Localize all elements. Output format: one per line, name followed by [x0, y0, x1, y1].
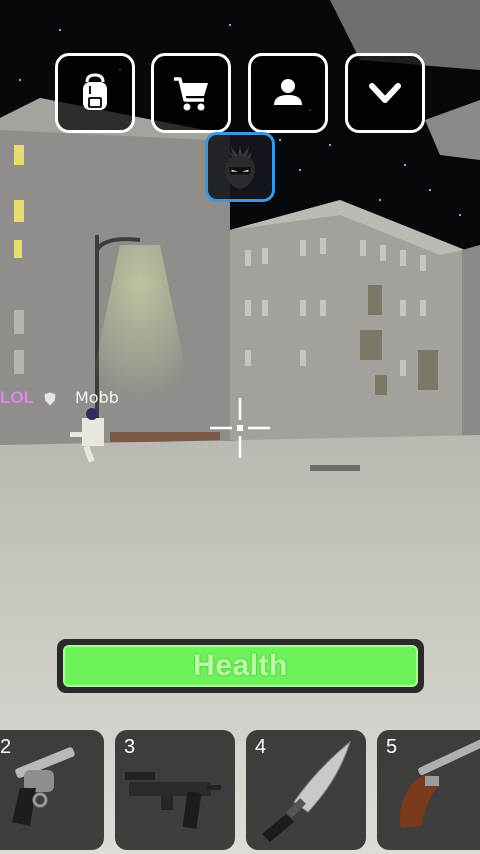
team-badge-button[interactable] — [205, 132, 275, 202]
shop-button[interactable] — [151, 53, 231, 133]
hotbar-slot-number: 4 — [255, 736, 267, 758]
user-icon — [274, 79, 302, 105]
player-name-label: Mobb — [75, 388, 119, 407]
profile-button[interactable] — [248, 53, 328, 133]
health-label: Health — [193, 649, 288, 682]
ninja-icon — [225, 144, 255, 190]
crosshair-icon — [210, 398, 270, 458]
health-bar: Health — [57, 639, 424, 693]
hotbar-slot-5[interactable]: 5 — [377, 730, 480, 850]
hotbar-slot-4[interactable]: 4 — [246, 730, 366, 850]
hotbar-slot-number: 5 — [386, 736, 398, 758]
player-clan-tag: LOL — [0, 388, 34, 407]
shield-icon — [43, 391, 57, 407]
inventory-button[interactable] — [55, 53, 135, 133]
revolver-icon — [12, 747, 75, 826]
cart-icon — [174, 77, 208, 111]
chevron-down-icon — [369, 83, 401, 103]
hotbar-slot-number: 3 — [124, 736, 136, 758]
hotbar-slot-number: 2 — [0, 736, 12, 758]
health-bar-fill: Health — [63, 645, 418, 687]
hotbar-slot-2[interactable]: 2 — [0, 730, 104, 850]
backpack-icon — [83, 73, 107, 110]
menu-dropdown-button[interactable] — [345, 53, 425, 133]
hotbar-slot-3[interactable]: 3 — [115, 730, 235, 850]
